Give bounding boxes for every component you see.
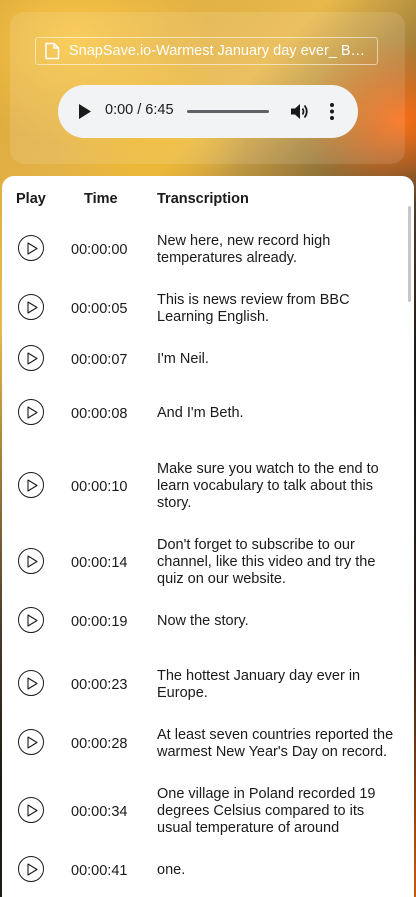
row-timestamp: 00:00:14 [71,554,128,571]
play-icon [27,351,38,365]
row-transcription: The hottest January day ever in Europe. [157,668,361,701]
row-transcription: Make sure you watch to the end to learn … [157,461,379,511]
more-options-icon[interactable] [326,102,338,121]
play-icon [27,736,38,749]
row-timestamp: 00:00:34 [71,803,128,820]
row-timestamp: 00:00:08 [71,405,128,422]
play-icon[interactable] [78,103,92,120]
row-play-button[interactable] [18,670,44,696]
row-transcription: And I'm Beth. [157,405,244,421]
transcript-table: Play Time Transcription 00:00:00 New here… [2,176,414,897]
play-icon [27,803,38,817]
row-timestamp: 00:00:41 [71,862,128,879]
page: { "file_title": "SnapSave.io-Warmest Jan… [0,0,416,897]
play-icon [27,862,38,876]
row-transcription: I'm Neil. [157,351,209,367]
row-timestamp: 00:00:00 [71,242,128,258]
play-icon [27,405,38,419]
row-timestamp: 00:00:07 [71,351,128,368]
row-play-button[interactable] [18,547,44,574]
row-play-button[interactable] [18,344,44,371]
row-transcription: At least seven countries reported the wa… [157,727,394,760]
play-icon [27,301,38,314]
seek-slider[interactable] [187,110,269,113]
row-play-button[interactable] [18,855,44,882]
row-timestamp: 00:00:05 [71,301,128,317]
row-timestamp: 00:00:19 [71,613,128,630]
play-icon [27,478,38,492]
row-play-button[interactable] [18,398,44,425]
row-timestamp: 00:00:28 [71,736,128,752]
time-display: 0:00 / 6:45 [105,102,174,118]
row-play-button[interactable] [18,294,44,320]
volume-icon[interactable] [290,102,309,121]
row-play-button[interactable] [18,471,44,498]
header-transcription: Transcription [157,191,249,207]
file-name-field: SnapSave.io-Warmest January day ever_ BB… [35,37,378,65]
row-transcription: one. [157,862,186,878]
play-icon [27,554,38,568]
row-play-button[interactable] [18,235,44,261]
row-play-button[interactable] [18,796,44,823]
row-transcription: Don't forget to subscribe to our channel… [157,537,376,587]
play-icon [27,613,38,627]
row-transcription: One village in Poland recorded 19 degree… [157,786,376,836]
row-play-button[interactable] [18,729,44,755]
header-time: Time [84,191,118,207]
row-transcription: New here, new record high temperatures a… [157,233,331,266]
row-transcription: This is news review from BBC Learning En… [157,292,350,325]
row-timestamp: 00:00:23 [71,677,128,693]
row-timestamp: 00:00:10 [71,478,128,495]
scrollbar[interactable] [408,206,411,302]
audio-player[interactable]: 0:00 / 6:45 [58,85,358,138]
file-icon [45,42,60,60]
row-play-button[interactable] [18,606,44,633]
file-name-text: SnapSave.io-Warmest January day ever_ BB… [69,43,377,59]
play-icon [27,677,38,690]
play-icon [27,242,38,255]
header-play: Play [16,191,46,207]
row-transcription: Now the story. [157,613,249,629]
